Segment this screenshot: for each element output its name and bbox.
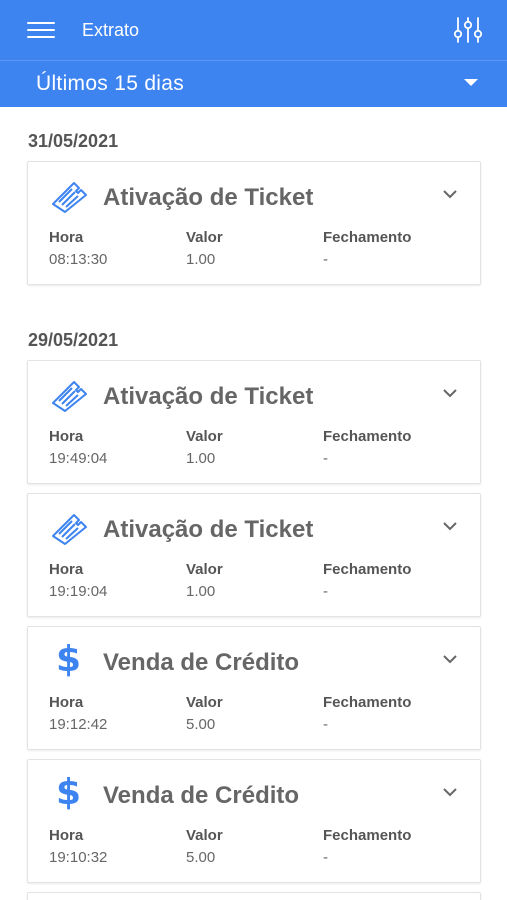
fechamento-label: Fechamento (323, 827, 412, 844)
valor-label: Valor (186, 428, 223, 445)
transaction-card-partial[interactable] (27, 892, 481, 900)
transaction-title: Venda de Crédito (103, 649, 300, 676)
ticket-icon (52, 514, 87, 545)
transaction-title: Venda de Crédito (103, 782, 300, 809)
chevron-down-icon[interactable] (442, 188, 458, 200)
fechamento-value: - (323, 450, 328, 467)
hora-label: Hora (49, 694, 84, 711)
fechamento-label: Fechamento (323, 694, 412, 711)
transaction-card[interactable]: $ Venda de Crédito Hora Valor Fechamento… (27, 759, 481, 883)
chevron-down-icon[interactable] (442, 653, 458, 665)
chevron-down-icon[interactable] (442, 387, 458, 399)
fechamento-label: Fechamento (323, 428, 412, 445)
page-title: Extrato (82, 20, 140, 40)
fechamento-value: - (323, 251, 328, 268)
transaction-card[interactable]: Ativação de Ticket Hora Valor Fechamento… (27, 493, 481, 617)
transaction-card[interactable]: Ativação de Ticket Hora Valor Fechamento… (27, 161, 481, 285)
hora-label: Hora (49, 827, 84, 844)
fechamento-value: - (323, 716, 328, 733)
chevron-down-icon[interactable] (442, 786, 458, 798)
period-selector-label: Últimos 15 dias (36, 72, 185, 95)
fechamento-value: - (323, 849, 328, 866)
hora-value: 19:12:42 (49, 716, 108, 733)
chevron-down-icon[interactable] (442, 520, 458, 532)
valor-value: 1.00 (186, 583, 216, 600)
hamburger-menu-icon[interactable] (27, 22, 55, 38)
hora-label: Hora (49, 229, 84, 246)
valor-label: Valor (186, 694, 223, 711)
caret-down-icon[interactable] (464, 79, 478, 86)
transaction-title: Ativação de Ticket (103, 383, 314, 410)
sliders-filter-icon[interactable] (453, 16, 483, 44)
hora-value: 19:19:04 (49, 583, 108, 600)
valor-value: 1.00 (186, 251, 216, 268)
transaction-card[interactable]: Ativação de Ticket Hora Valor Fechamento… (27, 360, 481, 484)
transaction-card[interactable]: $ Venda de Crédito Hora Valor Fechamento… (27, 626, 481, 750)
ticket-icon (52, 381, 87, 412)
hora-value: 19:10:32 (49, 849, 108, 866)
valor-label: Valor (186, 561, 223, 578)
valor-value: 5.00 (186, 716, 216, 733)
valor-value: 5.00 (186, 849, 216, 866)
fechamento-label: Fechamento (323, 561, 412, 578)
valor-label: Valor (186, 229, 223, 246)
period-selector[interactable]: Últimos 15 dias (0, 60, 507, 107)
dollar-icon: $ (56, 772, 82, 813)
transaction-title: Ativação de Ticket (103, 516, 314, 543)
hora-label: Hora (49, 561, 84, 578)
date-header: 29/05/2021 (28, 330, 119, 350)
hora-value: 19:49:04 (49, 450, 108, 467)
hora-value: 08:13:30 (49, 251, 108, 268)
ticket-icon (52, 182, 87, 213)
date-header: 31/05/2021 (28, 131, 119, 151)
dollar-icon: $ (56, 639, 82, 680)
hora-label: Hora (49, 428, 84, 445)
valor-label: Valor (186, 827, 223, 844)
fechamento-label: Fechamento (323, 229, 412, 246)
fechamento-value: - (323, 583, 328, 600)
top-app-bar: Extrato (0, 0, 507, 60)
valor-value: 1.00 (186, 450, 216, 467)
transaction-title: Ativação de Ticket (103, 184, 314, 211)
